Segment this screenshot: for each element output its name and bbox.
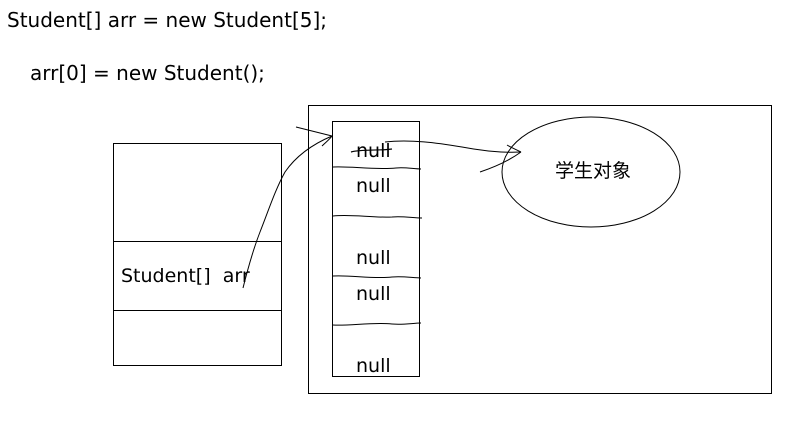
- strike-through-mark: [350, 148, 393, 153]
- arrowhead-array: [295, 126, 333, 147]
- array-cell-divider: [332, 275, 422, 279]
- array-cell-divider: [332, 322, 422, 326]
- arrowhead-object: [479, 144, 522, 173]
- reference-arrow-array-to-object: [384, 140, 522, 153]
- array-cell-divider: [332, 214, 423, 219]
- reference-arrow-stack-to-array: [242, 135, 333, 289]
- array-cell-divider: [332, 166, 422, 170]
- diagram-drawing-layer: [242, 116, 681, 326]
- student-object-label: 学生对象: [555, 160, 632, 182]
